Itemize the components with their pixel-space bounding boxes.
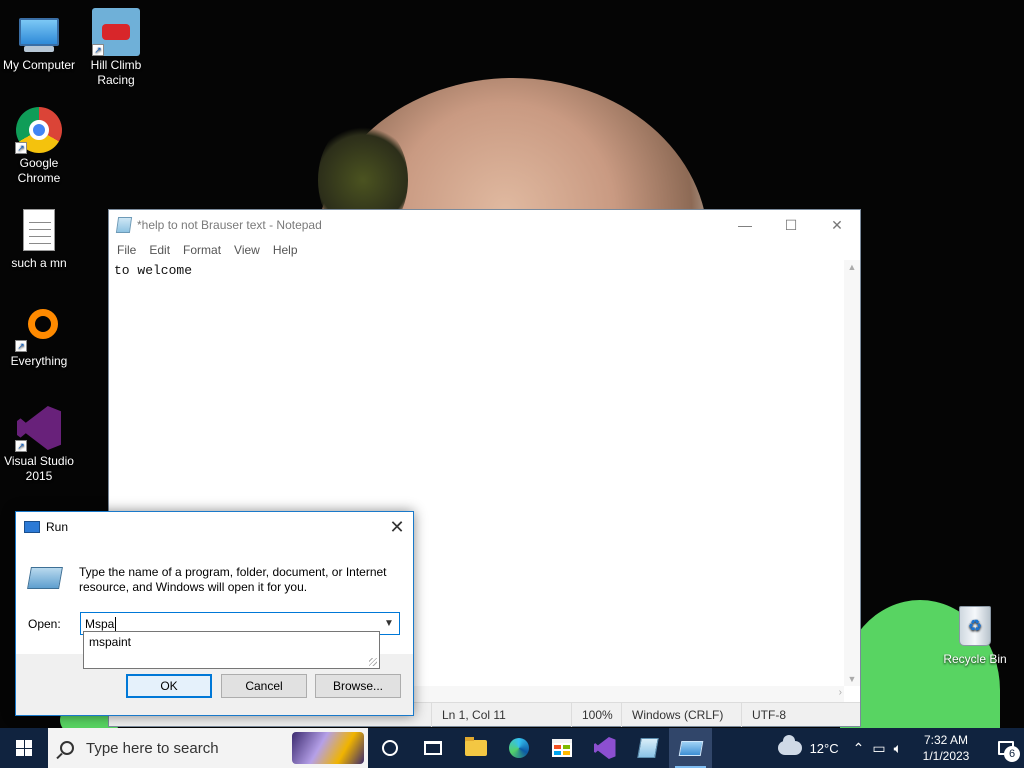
run-close-button[interactable]: ✕ — [381, 512, 413, 542]
desktop-icon-everything[interactable]: ↗ Everything — [0, 304, 78, 369]
cloud-weather-icon[interactable] — [777, 735, 802, 755]
desktop-icon-google-chrome[interactable]: ↗ Google Chrome — [0, 106, 78, 186]
minimize-button[interactable]: — — [722, 210, 768, 240]
menu-file[interactable]: File — [117, 243, 136, 257]
browse-button[interactable]: Browse... — [315, 674, 401, 698]
run-icon — [678, 740, 703, 756]
notepad-title-bar[interactable]: *help to not Brauser text - Notepad — ☐ … — [109, 210, 860, 240]
menu-view[interactable]: View — [234, 243, 260, 257]
everything-search-icon: ↗ — [15, 304, 63, 352]
store-icon — [551, 739, 572, 757]
notepad-title: *help to not Brauser text - Notepad — [137, 218, 322, 232]
desktop-icon-label: Everything — [10, 354, 68, 368]
menu-edit[interactable]: Edit — [149, 243, 170, 257]
desktop-icon-label: Visual Studio 2015 — [4, 454, 74, 483]
maximize-button[interactable]: ☐ — [768, 210, 814, 240]
notepad-icon — [115, 217, 133, 233]
taskbar-file-explorer[interactable] — [454, 728, 497, 768]
desktop-icon-my-computer[interactable]: My Computer — [0, 8, 78, 73]
scroll-right-arrow-icon[interactable]: › — [839, 687, 842, 698]
taskbar-store[interactable] — [540, 728, 583, 768]
cortana-button[interactable] — [368, 728, 411, 768]
run-small-icon — [24, 521, 40, 533]
desktop-icon-visual-studio-2015[interactable]: ↗ Visual Studio 2015 — [0, 404, 78, 484]
text-document-icon — [15, 206, 63, 254]
system-tray: 12°C ⌃ ▭ 🔈︎ 7:32 AM 1/1/2023 6 — [777, 728, 1024, 768]
notepad-icon — [636, 738, 659, 758]
folder-icon — [464, 737, 487, 756]
action-center-button[interactable]: 6 — [988, 728, 1024, 768]
recycle-bin-icon: ♻ — [951, 602, 999, 650]
run-title-bar[interactable]: Run ✕ — [16, 512, 413, 542]
desktop-icon-label: My Computer — [2, 58, 76, 72]
menu-format[interactable]: Format — [183, 243, 221, 257]
computer-icon — [15, 8, 63, 56]
scroll-down-arrow-icon[interactable]: ▼ — [844, 674, 860, 684]
taskbar-search-box[interactable]: Type here to search — [48, 728, 368, 768]
cortana-icon — [381, 740, 398, 756]
close-button[interactable]: ✕ — [814, 210, 860, 240]
network-icon[interactable]: ▭ — [872, 740, 885, 757]
desktop-icon-label: Recycle Bin — [943, 652, 1007, 666]
desktop-icon-such-a-mn[interactable]: such a mn — [0, 206, 78, 271]
desktop-icon-label: Google Chrome — [17, 156, 61, 185]
desktop-icon-label: such a mn — [11, 256, 67, 270]
open-input[interactable]: Mspa — [85, 617, 114, 631]
autocomplete-list: mspaint — [83, 631, 380, 669]
windows-logo-icon — [16, 740, 32, 756]
visual-studio-icon: ↗ — [15, 404, 63, 452]
run-icon — [27, 567, 63, 589]
run-title: Run — [46, 520, 69, 534]
text-caret — [115, 616, 117, 631]
notification-badge: 6 — [1004, 746, 1020, 762]
resize-grip-icon[interactable] — [369, 658, 377, 666]
chevron-up-icon[interactable]: ⌃ — [853, 740, 865, 757]
status-encoding: UTF-8 — [741, 702, 860, 727]
chevron-down-icon[interactable]: ▼ — [379, 613, 399, 634]
clock-date: 1/1/2023 — [922, 749, 970, 763]
open-label: Open: — [28, 617, 61, 631]
ok-button[interactable]: OK — [126, 674, 212, 698]
scroll-up-arrow-icon[interactable]: ▲ — [844, 262, 860, 272]
search-icon — [60, 741, 74, 755]
start-button[interactable] — [0, 728, 48, 768]
task-view-button[interactable] — [411, 728, 454, 768]
status-position: Ln 1, Col 11 — [431, 702, 571, 727]
chrome-icon: ↗ — [15, 106, 63, 154]
status-zoom: 100% — [571, 702, 621, 727]
desktop-icon-hill-climb-racing[interactable]: ↗ Hill Climb Racing — [77, 8, 155, 88]
search-placeholder: Type here to search — [86, 739, 219, 757]
task-view-icon — [423, 741, 442, 755]
visual-studio-icon — [593, 737, 616, 759]
taskbar: Type here to search 12°C ⌃ ▭ 🔈︎ 7:32 AM … — [0, 728, 1024, 768]
taskbar-visual-studio[interactable] — [583, 728, 626, 768]
run-dialog: Run ✕ Type the name of a program, folder… — [15, 511, 414, 716]
taskbar-edge[interactable] — [497, 728, 540, 768]
desktop-icon-label: Hill Climb Racing — [90, 58, 142, 87]
hill-climb-racing-icon: ↗ — [92, 8, 140, 56]
clock-time: 7:32 AM — [923, 733, 969, 747]
volume-icon[interactable]: 🔈︎ — [894, 740, 902, 757]
search-highlight-art-icon[interactable] — [292, 732, 364, 764]
edge-icon — [508, 738, 529, 758]
desktop-icon-recycle-bin[interactable]: ♻ Recycle Bin — [936, 602, 1014, 667]
run-description: Type the name of a program, folder, docu… — [79, 565, 387, 594]
taskbar-run[interactable] — [669, 728, 712, 768]
status-line-endings: Windows (CRLF) — [621, 702, 741, 727]
taskbar-notepad[interactable] — [626, 728, 669, 768]
autocomplete-item[interactable]: mspaint — [89, 635, 374, 649]
weather-temperature[interactable]: 12°C — [810, 741, 839, 756]
clock[interactable]: 7:32 AM 1/1/2023 — [916, 732, 976, 764]
vertical-scrollbar[interactable]: ▲ ▼ — [844, 260, 860, 686]
cancel-button[interactable]: Cancel — [221, 674, 307, 698]
notepad-menu-bar: File Edit Format View Help — [109, 240, 860, 260]
menu-help[interactable]: Help — [273, 243, 298, 257]
